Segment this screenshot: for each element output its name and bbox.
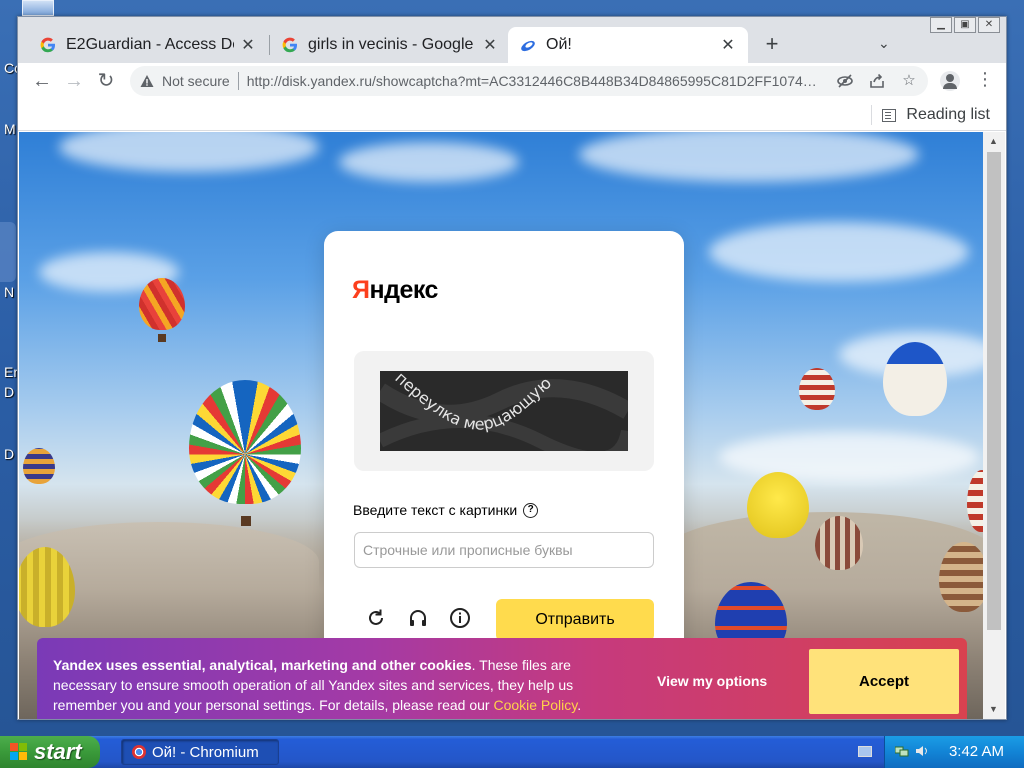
background-cloud bbox=[579, 132, 919, 182]
close-tab-icon[interactable]: ✕ bbox=[482, 35, 498, 55]
hot-air-balloon bbox=[815, 516, 863, 570]
start-button[interactable]: start bbox=[0, 736, 100, 768]
cookie-policy-link[interactable]: Cookie Policy bbox=[493, 697, 577, 713]
tab-title: Ой! bbox=[546, 36, 572, 53]
close-tab-icon[interactable]: ✕ bbox=[240, 35, 256, 55]
bookmarks-bar: Reading list bbox=[18, 99, 1006, 131]
reload-icon[interactable]: ↻ bbox=[94, 69, 118, 93]
close-tab-icon[interactable]: ✕ bbox=[720, 35, 736, 55]
scroll-up-arrow-icon[interactable]: ▲ bbox=[989, 136, 998, 146]
taskbar-item-label: Ой! - Chromium bbox=[152, 743, 259, 761]
desktop-icon-label[interactable]: N bbox=[4, 284, 14, 300]
address-bar[interactable]: Not secure http://disk.yandex.ru/showcap… bbox=[130, 66, 928, 96]
captcha-input[interactable] bbox=[354, 532, 654, 568]
cookie-end-text: . bbox=[577, 697, 582, 713]
chromium-icon bbox=[132, 745, 146, 759]
desktop-icon[interactable] bbox=[22, 0, 54, 16]
yandex-disk-icon bbox=[521, 40, 535, 52]
page-scrollbar[interactable]: ▲ ▼ bbox=[983, 132, 1005, 719]
scroll-down-arrow-icon[interactable]: ▼ bbox=[989, 704, 998, 714]
system-tray: 3:42 AM bbox=[884, 736, 1024, 768]
hot-air-balloon bbox=[139, 278, 185, 330]
hot-air-balloon bbox=[883, 342, 947, 416]
window-controls: ▁ ▣ ✕ bbox=[930, 17, 1000, 33]
instruction-label: Введите текст с картинки bbox=[353, 502, 518, 518]
volume-icon[interactable] bbox=[915, 745, 929, 757]
bookmarks-separator bbox=[871, 105, 873, 125]
view-options-button[interactable]: View my options bbox=[657, 673, 767, 689]
cookie-bold-text: Yandex uses essential, analytical, marke… bbox=[53, 657, 472, 673]
hot-air-balloon bbox=[799, 368, 835, 410]
hot-air-balloon bbox=[939, 542, 983, 612]
share-icon[interactable] bbox=[868, 72, 886, 90]
keyboard-icon[interactable] bbox=[858, 746, 872, 757]
tab-strip: E2Guardian - Access De ✕ girls in vecini… bbox=[18, 17, 1006, 63]
warning-triangle-icon[interactable] bbox=[140, 74, 154, 88]
url-text[interactable]: http://disk.yandex.ru/showcaptcha?mt=AC3… bbox=[247, 73, 822, 89]
reading-list-label: Reading list bbox=[906, 106, 990, 123]
desktop-icon-label[interactable]: D bbox=[4, 446, 14, 462]
windows-flag-icon bbox=[10, 743, 28, 761]
captcha-distorted-text: переулка мерцающую bbox=[380, 371, 628, 451]
background-cloud bbox=[59, 132, 319, 172]
desktop-icon-label[interactable]: D bbox=[4, 384, 14, 400]
scrollbar-thumb[interactable] bbox=[987, 152, 1001, 630]
accept-cookies-button[interactable]: Accept bbox=[809, 649, 959, 714]
captcha-image: переулка мерцающую bbox=[380, 371, 628, 451]
profile-avatar-icon[interactable] bbox=[940, 71, 960, 91]
taskbar: start Ой! - Chromium 3:42 AM bbox=[0, 736, 1024, 768]
background-cloud bbox=[709, 222, 969, 282]
captcha-instruction: Введите текст с картинки ? bbox=[353, 502, 539, 518]
help-question-icon[interactable]: ? bbox=[523, 502, 539, 518]
reading-list-button[interactable]: Reading list bbox=[871, 105, 990, 125]
reading-list-icon bbox=[882, 108, 897, 122]
captcha-image-box: переулка мерцающую bbox=[354, 351, 654, 471]
yandex-logo[interactable]: Яндекс bbox=[352, 276, 438, 305]
page-viewport: Яндекс переулка мерцающую Введите текст … bbox=[19, 132, 983, 719]
network-icon[interactable] bbox=[895, 745, 909, 757]
background-cloud bbox=[719, 432, 979, 482]
google-g-icon bbox=[40, 37, 55, 53]
browser-toolbar: ← → ↻ Not secure http://disk.yandex.ru/s… bbox=[18, 63, 1006, 99]
audio-captcha-icon[interactable] bbox=[406, 606, 430, 630]
start-label: start bbox=[34, 739, 82, 764]
yandex-logo-letter: Я bbox=[352, 276, 370, 304]
google-g-icon bbox=[282, 37, 297, 53]
balloon-basket bbox=[158, 334, 166, 342]
submit-button[interactable]: Отправить bbox=[496, 599, 654, 641]
address-separator bbox=[237, 72, 239, 90]
maximize-icon[interactable]: ▣ bbox=[954, 17, 976, 33]
tab-title: girls in vecinis - Google S bbox=[308, 36, 476, 53]
tab-title: E2Guardian - Access De bbox=[66, 36, 234, 53]
hot-air-balloon bbox=[23, 448, 55, 484]
not-secure-label[interactable]: Not secure bbox=[162, 73, 230, 89]
back-arrow-icon[interactable]: ← bbox=[30, 69, 54, 93]
menu-kebab-icon[interactable]: ⋮ bbox=[976, 69, 994, 90]
yandex-logo-rest: ндекс bbox=[369, 276, 438, 304]
hot-air-balloon bbox=[747, 472, 809, 538]
close-window-icon[interactable]: ✕ bbox=[978, 17, 1000, 33]
taskbar-item-chromium[interactable]: Ой! - Chromium bbox=[121, 739, 279, 765]
browser-window: E2Guardian - Access De ✕ girls in vecini… bbox=[17, 16, 1007, 720]
refresh-captcha-icon[interactable] bbox=[364, 606, 388, 630]
desktop-icon-label[interactable]: M bbox=[4, 121, 16, 137]
cookie-text: Yandex uses essential, analytical, marke… bbox=[53, 655, 625, 715]
tab-e2guardian[interactable]: E2Guardian - Access De ✕ bbox=[28, 27, 268, 63]
tab-google-search[interactable]: girls in vecinis - Google S ✕ bbox=[270, 27, 510, 63]
info-icon[interactable] bbox=[448, 606, 472, 630]
cookie-banner: Yandex uses essential, analytical, marke… bbox=[37, 638, 967, 719]
tab-search-chevron-icon[interactable]: ⌄ bbox=[878, 35, 890, 52]
desktop-icon[interactable] bbox=[0, 222, 16, 282]
forward-arrow-icon[interactable]: → bbox=[62, 69, 86, 93]
tab-yandex-captcha[interactable]: Ой! ✕ bbox=[508, 27, 748, 63]
new-tab-button[interactable]: + bbox=[758, 31, 786, 57]
clock[interactable]: 3:42 AM bbox=[949, 743, 1004, 760]
balloon-basket bbox=[241, 516, 251, 526]
hot-air-balloon bbox=[189, 380, 301, 504]
desktop-icon-label[interactable]: Er bbox=[4, 364, 18, 380]
minimize-icon[interactable]: ▁ bbox=[930, 17, 952, 33]
background-cloud bbox=[339, 142, 519, 182]
star-bookmark-icon[interactable]: ☆ bbox=[900, 72, 918, 90]
eye-slash-icon[interactable] bbox=[836, 72, 854, 90]
